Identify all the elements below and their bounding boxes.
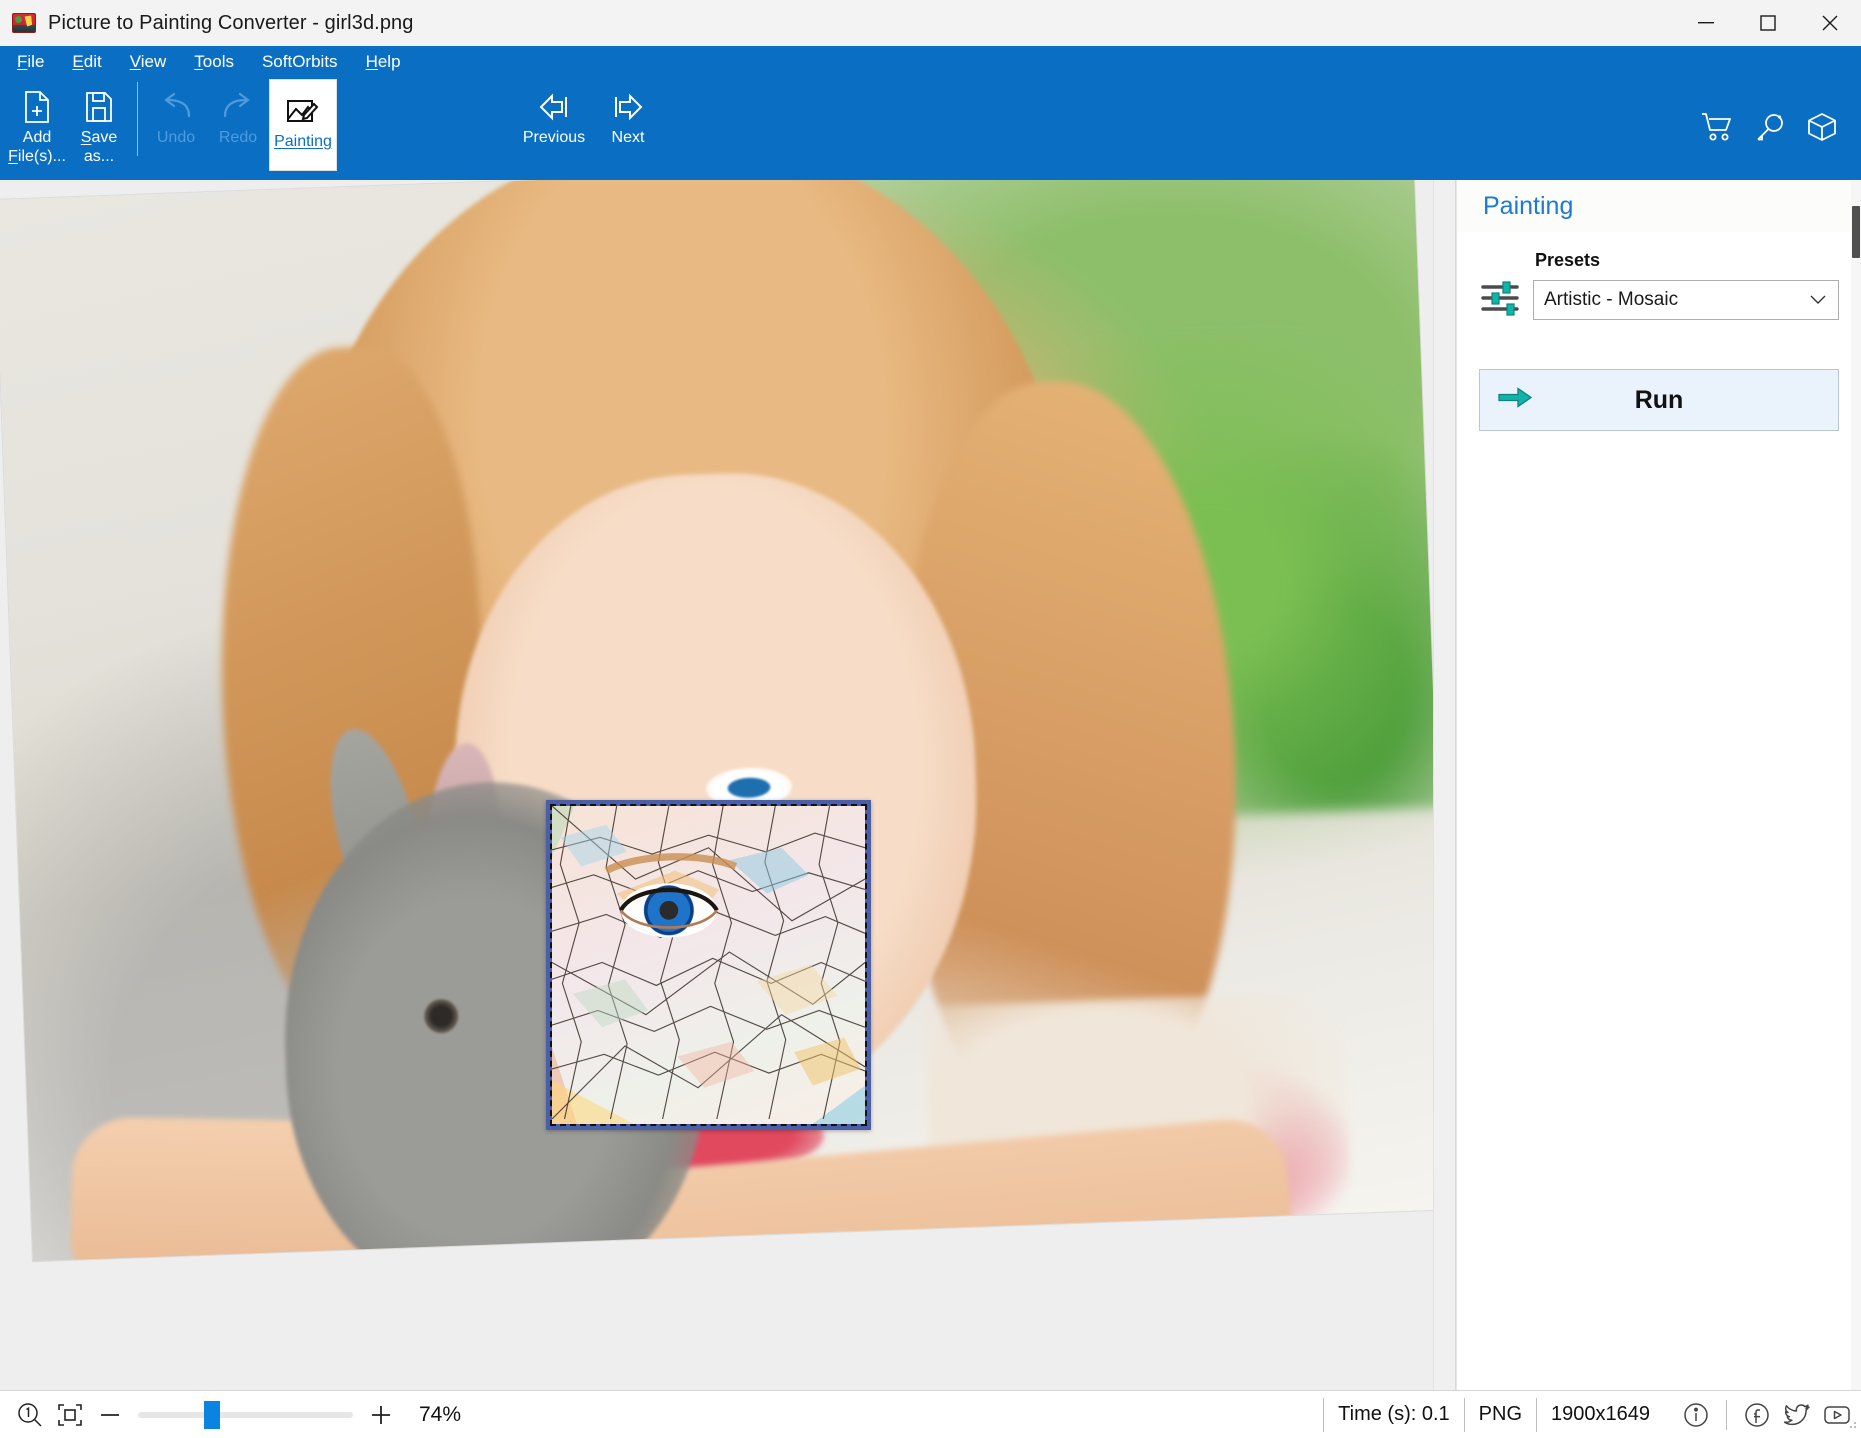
- twitter-icon[interactable]: [1779, 1398, 1815, 1432]
- main-body: Painting Presets Artistic - Mosaic Run: [0, 180, 1861, 1390]
- format-field: PNG: [1463, 1397, 1536, 1432]
- status-bar: 74% Time (s): 0.1 PNG 1900x1649: [0, 1390, 1861, 1438]
- redo-icon: [221, 86, 255, 128]
- window-title: Picture to Painting Converter - girl3d.p…: [48, 11, 414, 34]
- zoom-slider[interactable]: [138, 1400, 353, 1429]
- painting-tool-button[interactable]: Painting: [269, 79, 337, 171]
- panel-scrollbar-thumb[interactable]: [1852, 206, 1860, 258]
- preview-mosaic-image: [550, 804, 867, 1126]
- save-as-label-1: Save: [80, 129, 118, 146]
- run-arrow-icon: [1498, 387, 1533, 414]
- preview-overlay[interactable]: [546, 800, 871, 1130]
- time-field: Time (s): 0.1: [1323, 1397, 1464, 1432]
- previous-arrow-icon: [536, 86, 572, 128]
- resize-grip[interactable]: [1845, 1416, 1857, 1434]
- minimize-button[interactable]: [1675, 0, 1737, 46]
- menu-help-rest: elp: [377, 51, 401, 71]
- panel-title: Painting: [1483, 191, 1574, 220]
- save-icon: [84, 86, 114, 128]
- mosaic-crack-lines: [552, 806, 865, 1119]
- app-icon: [12, 13, 36, 33]
- undo-button: Undo: [145, 76, 207, 172]
- toolbar: Add File(s)... Save as... Undo Redo Pain…: [0, 76, 1861, 180]
- info-icon[interactable]: [1678, 1398, 1714, 1432]
- toolbar-right-icons: [1701, 112, 1837, 147]
- box-icon[interactable]: [1807, 112, 1837, 147]
- status-bar-right: Time (s): 0.1 PNG 1900x1649: [1323, 1397, 1855, 1432]
- save-as-button[interactable]: Save as...: [68, 76, 130, 172]
- navigation-group: Previous Next: [517, 76, 665, 172]
- key-icon[interactable]: [1755, 112, 1785, 147]
- dimensions-field: 1900x1649: [1536, 1397, 1664, 1432]
- menu-help[interactable]: Help: [363, 51, 404, 72]
- presets-dropdown[interactable]: Artistic - Mosaic: [1533, 280, 1839, 320]
- menu-file-rest: ile: [27, 51, 45, 71]
- menu-tools[interactable]: Tools: [191, 51, 237, 72]
- panel-scrollbar[interactable]: [1851, 180, 1861, 1390]
- zoom-controls: 74%: [10, 1395, 461, 1435]
- presets-column: Presets Artistic - Mosaic: [1533, 250, 1839, 320]
- title-bar-left: Picture to Painting Converter - girl3d.p…: [0, 12, 414, 35]
- status-bar-social: [1664, 1398, 1855, 1432]
- painting-icon: [286, 90, 320, 132]
- redo-button: Redo: [207, 76, 269, 172]
- application-window: Picture to Painting Converter - girl3d.p…: [0, 0, 1861, 1438]
- undo-icon: [159, 86, 193, 128]
- zoom-out-icon[interactable]: [90, 1395, 130, 1435]
- add-files-label-1: Add: [22, 129, 52, 146]
- painting-label: Painting: [274, 133, 332, 150]
- add-files-label-2: File(s)...: [8, 148, 66, 165]
- image-canvas[interactable]: [0, 180, 1456, 1390]
- menu-tools-rest: ools: [202, 51, 234, 71]
- menu-view[interactable]: View: [127, 51, 170, 72]
- redo-label: Redo: [218, 129, 258, 146]
- panel-header: Painting: [1457, 180, 1861, 232]
- menu-edit-rest: dit: [83, 51, 102, 71]
- add-file-icon: [22, 86, 52, 128]
- save-as-label-2: as...: [83, 148, 115, 165]
- previous-label: Previous: [522, 129, 586, 146]
- title-bar: Picture to Painting Converter - girl3d.p…: [0, 0, 1861, 46]
- zoom-in-icon[interactable]: [361, 1395, 401, 1435]
- menu-file[interactable]: File: [14, 51, 47, 72]
- next-arrow-icon: [610, 86, 646, 128]
- zoom-percent-label: 74%: [419, 1402, 462, 1426]
- zoom-slider-thumb[interactable]: [204, 1400, 220, 1429]
- canvas-vertical-scroll-gutter[interactable]: [1433, 180, 1455, 1390]
- close-button[interactable]: [1799, 0, 1861, 46]
- add-files-button[interactable]: Add File(s)...: [6, 76, 68, 172]
- next-label: Next: [611, 129, 645, 146]
- sliders-icon: [1479, 250, 1523, 323]
- chevron-down-icon: [1810, 289, 1826, 311]
- run-button[interactable]: Run: [1479, 369, 1839, 431]
- previous-button[interactable]: Previous: [517, 76, 591, 172]
- presets-selected-value: Artistic - Mosaic: [1544, 289, 1679, 310]
- run-label: Run: [1634, 385, 1684, 414]
- fit-to-window-icon[interactable]: [50, 1395, 90, 1435]
- zoom-actual-size-icon[interactable]: [10, 1395, 50, 1435]
- menu-bar: File Edit View Tools SoftOrbits Help: [0, 46, 1861, 76]
- presets-label: Presets: [1535, 250, 1601, 270]
- menu-softorbits[interactable]: SoftOrbits: [259, 51, 341, 72]
- effects-panel: Painting Presets Artistic - Mosaic Run: [1456, 180, 1861, 1390]
- menu-view-rest: iew: [140, 51, 167, 71]
- menu-edit[interactable]: Edit: [69, 51, 104, 72]
- maximize-button[interactable]: [1737, 0, 1799, 46]
- presets-row: Presets Artistic - Mosaic: [1479, 250, 1839, 323]
- undo-label: Undo: [156, 129, 196, 146]
- panel-body: Presets Artistic - Mosaic Run: [1457, 232, 1861, 1390]
- toolbar-separator-1: [137, 82, 138, 156]
- window-controls: [1675, 0, 1861, 46]
- next-button[interactable]: Next: [591, 76, 665, 172]
- cart-icon[interactable]: [1701, 112, 1733, 147]
- facebook-icon[interactable]: [1739, 1398, 1775, 1432]
- status-bar-divider: [1726, 1399, 1727, 1430]
